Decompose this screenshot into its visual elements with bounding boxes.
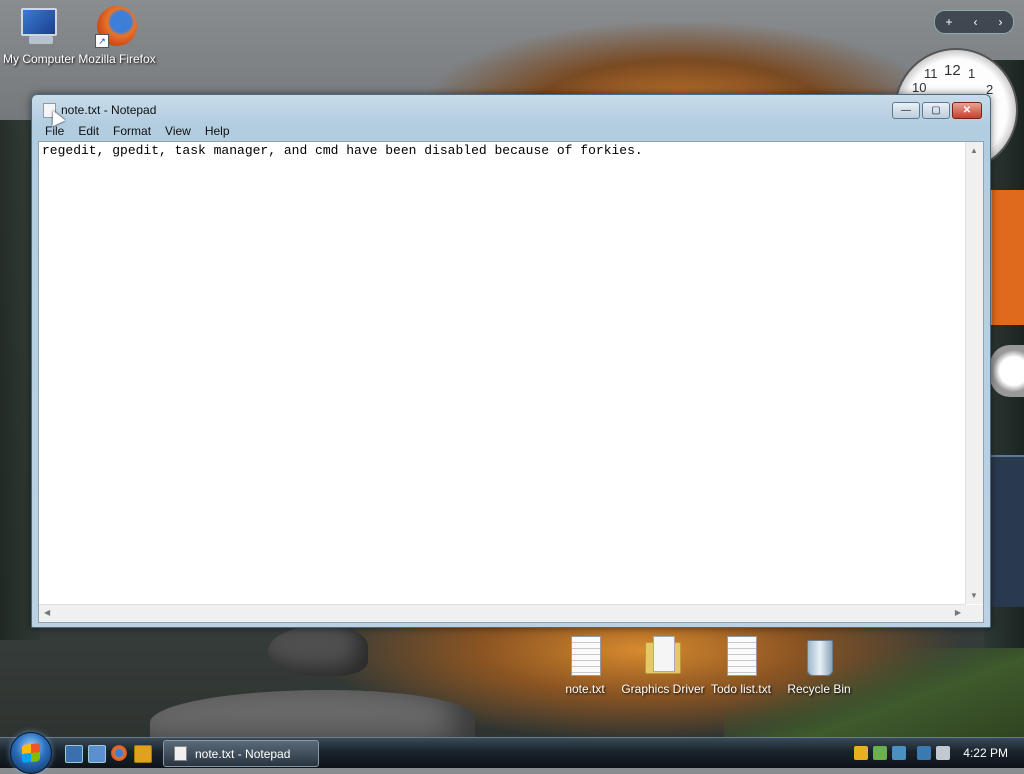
- show-desktop-icon[interactable]: [65, 745, 83, 763]
- menu-help[interactable]: Help: [198, 122, 237, 141]
- text-editor[interactable]: regedit, gpedit, task manager, and cmd h…: [38, 141, 984, 623]
- feed-gadget[interactable]: [990, 455, 1024, 607]
- gadget-next-button[interactable]: ›: [998, 15, 1002, 29]
- desktop-icon-label: Recycle Bin: [787, 682, 851, 696]
- taskbar-button-notepad[interactable]: note.txt - Notepad: [163, 740, 319, 767]
- volume-muted-icon[interactable]: [936, 746, 951, 760]
- menu-bar: File Edit Format View Help: [38, 122, 984, 141]
- update-icon[interactable]: [873, 746, 888, 760]
- desktop-icon-label: Graphics Driver: [621, 682, 705, 696]
- window-title: note.txt - Notepad: [61, 103, 157, 117]
- clock-number: 1: [968, 66, 976, 81]
- wallpaper-rock: [268, 626, 368, 676]
- system-tray: 4:22 PM: [854, 738, 1024, 768]
- menu-format[interactable]: Format: [106, 122, 158, 141]
- desktop-icon-recycle-bin[interactable]: Recycle Bin: [777, 634, 861, 696]
- menu-view[interactable]: View: [158, 122, 198, 141]
- shortcut-arrow-icon: ↗: [95, 34, 109, 48]
- desktop-icon-todo-list[interactable]: Todo list.txt: [699, 634, 783, 696]
- vertical-scrollbar[interactable]: ▲ ▼: [965, 142, 983, 604]
- taskbar-clock[interactable]: 4:22 PM: [963, 746, 1008, 760]
- maximize-button[interactable]: ▢: [922, 102, 950, 119]
- calendar-gadget[interactable]: [990, 190, 1024, 325]
- folder-icon: [641, 634, 685, 678]
- firefox-quicklaunch-icon[interactable]: [111, 745, 127, 761]
- taskbar: note.txt - Notepad 4:22 PM: [0, 732, 1024, 774]
- desktop-icon-my-computer[interactable]: My Computer: [0, 4, 81, 66]
- security-shield-icon[interactable]: [854, 746, 869, 760]
- notepad-window[interactable]: note.txt - Notepad — ▢ ✕ File Edit Forma…: [31, 94, 991, 628]
- desktop-icon-graphics-driver[interactable]: Graphics Driver: [621, 634, 705, 696]
- size-grip[interactable]: [966, 605, 983, 622]
- title-bar[interactable]: note.txt - Notepad — ▢ ✕: [32, 95, 990, 123]
- desktop-icon-note-txt[interactable]: note.txt: [543, 634, 627, 696]
- desktop-icon-label: Mozilla Firefox: [78, 52, 156, 66]
- gadget-prev-button[interactable]: ‹: [973, 15, 977, 29]
- gadget-toolbar: + ‹ ›: [934, 10, 1014, 34]
- clock-number: 11: [924, 66, 938, 81]
- scroll-left-icon[interactable]: ◀: [44, 608, 50, 617]
- windows-defender-icon[interactable]: [892, 746, 907, 760]
- network-icon[interactable]: [917, 746, 932, 760]
- desktop-icon-label: Todo list.txt: [710, 682, 772, 696]
- media-player-icon[interactable]: [134, 745, 152, 763]
- firefox-icon: ↗: [95, 4, 139, 48]
- scroll-up-icon[interactable]: ▲: [970, 146, 978, 155]
- notepad-icon: [174, 746, 187, 761]
- horizontal-scrollbar[interactable]: ◀ ▶: [39, 604, 966, 622]
- text-file-icon: [719, 634, 763, 678]
- desktop-icon-label: My Computer: [2, 52, 76, 66]
- recycle-bin-icon: [797, 634, 841, 678]
- window-controls: — ▢ ✕: [892, 102, 982, 119]
- minimize-button[interactable]: —: [892, 102, 920, 119]
- text-file-icon: [563, 634, 607, 678]
- scroll-down-icon[interactable]: ▼: [970, 591, 978, 600]
- computer-icon: [17, 4, 61, 48]
- scroll-right-icon[interactable]: ▶: [955, 608, 961, 617]
- desktop-icon-label: note.txt: [565, 682, 605, 696]
- add-gadget-button[interactable]: +: [945, 15, 952, 29]
- windows-logo-icon: [22, 743, 40, 763]
- menu-edit[interactable]: Edit: [71, 122, 106, 141]
- clock-number: 12: [944, 62, 961, 79]
- cpu-meter-gadget[interactable]: [990, 345, 1024, 397]
- editor-content[interactable]: regedit, gpedit, task manager, and cmd h…: [42, 143, 643, 158]
- clock-number: 10: [912, 80, 927, 95]
- close-button[interactable]: ✕: [952, 102, 982, 119]
- taskbar-button-label: note.txt - Notepad: [195, 746, 291, 761]
- desktop-icon-firefox[interactable]: ↗ Mozilla Firefox: [75, 4, 159, 66]
- switch-windows-icon[interactable]: [88, 745, 106, 763]
